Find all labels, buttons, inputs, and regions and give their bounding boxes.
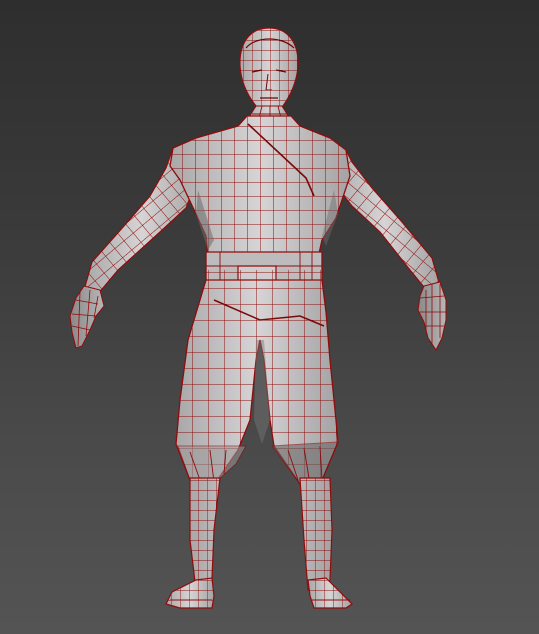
model-pants[interactable]	[170, 270, 350, 490]
model-head[interactable]	[230, 20, 310, 120]
character-model[interactable]	[0, 0, 539, 634]
model-torso[interactable]	[160, 110, 360, 270]
model-right-hand[interactable]	[417, 281, 447, 351]
viewport-perspective[interactable]	[0, 0, 539, 634]
model-left-hand[interactable]	[69, 285, 105, 349]
